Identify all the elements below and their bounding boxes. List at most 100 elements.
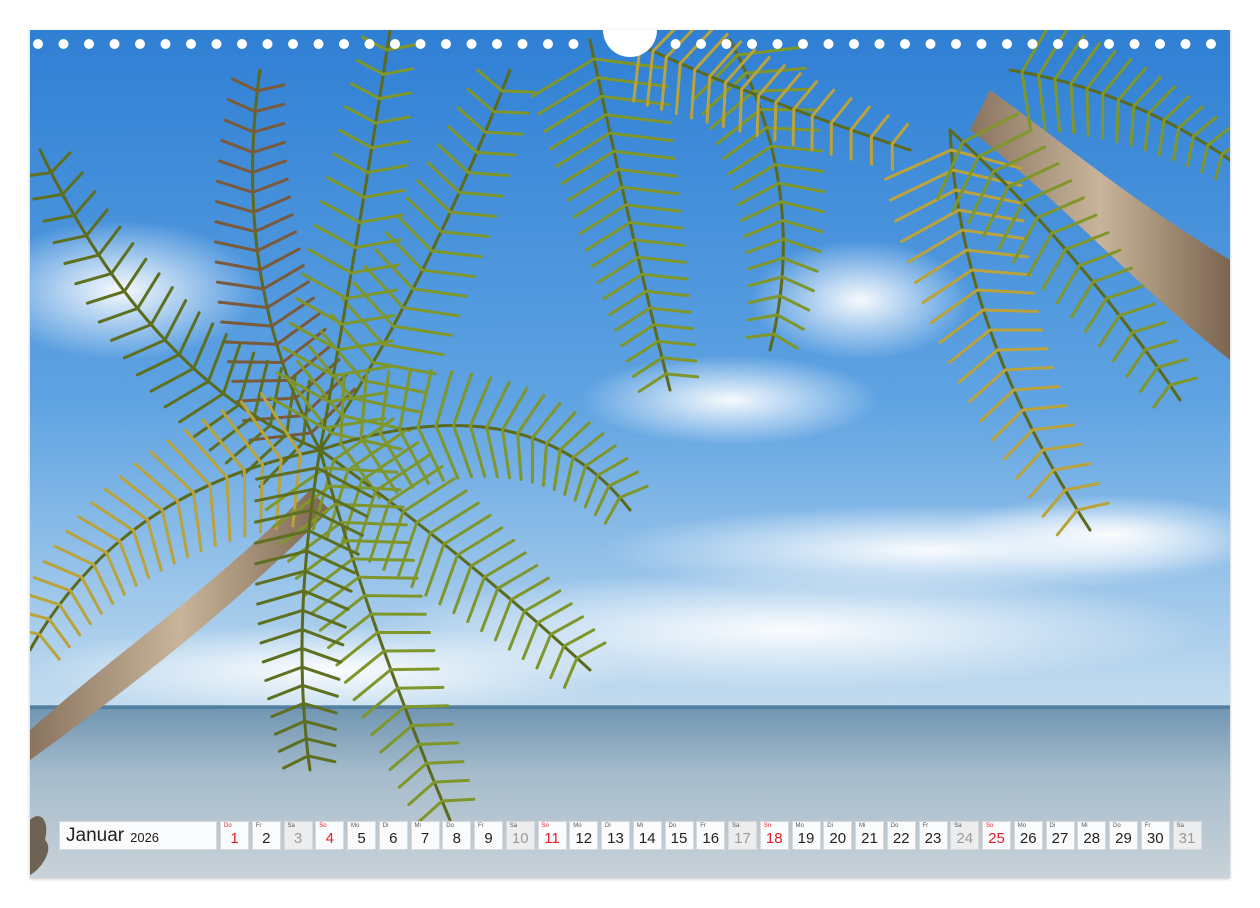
day-number: 14 [638,830,656,847]
day-number: 11 [544,830,560,847]
palm-leaflet [995,347,1049,352]
day-cell: Mi 28 [1077,821,1107,850]
palm-leaflet [738,87,744,133]
day-cell: Do 22 [886,821,916,850]
day-cell: Sa 31 [1172,821,1202,850]
weekday-label: Mi [414,823,421,829]
day-cell: Do 29 [1109,821,1138,850]
palm-leaflet [410,722,455,728]
weekday-label: Do [446,823,454,829]
palm-leaflet [791,107,796,147]
weekday-label: Mo [351,823,360,829]
day-number: 9 [484,830,493,847]
day-cell: Fr 23 [918,821,948,850]
day-cell: Di 6 [378,821,408,850]
day-cell: Mi 14 [632,821,662,850]
day-number: 2 [262,830,271,847]
weekday-label: So [763,823,772,829]
palm-leaflet [773,100,778,142]
palm-leaflet [403,704,450,709]
palm-leaflet [226,360,284,364]
day-cell: So 11 [537,821,567,850]
day-cell: Sa 24 [950,821,980,850]
day-cell: Di 27 [1045,821,1075,850]
day-cell: Fr 9 [474,821,503,850]
day-number: 19 [797,830,815,847]
day-number: 26 [1019,830,1037,847]
month-label: Januar 2026 [59,821,217,850]
palm-leaflet [417,741,460,746]
weekday-label: Mo [795,823,804,829]
weekday-label: Do [890,823,899,829]
day-number: 1 [230,830,239,847]
day-number: 6 [389,830,398,847]
weekday-label: So [986,823,994,829]
day-cell: Fr 16 [696,821,726,850]
palm-leaflet [242,469,247,538]
day-cell: Mo 12 [569,821,599,850]
month-year: 2026 [130,829,160,845]
day-number: 30 [1146,830,1164,847]
palm-leaflet [483,130,524,136]
day-cells: Do 1 Fr 2 Sa 3 So 4 Mo 5 Di 6 Mi 7 Do 8 Fr 9 Sa 10 So 11 Mo 12 D… [220,821,1204,850]
palm-leaflet [492,110,530,115]
day-cell: Mo 19 [791,821,821,850]
day-cell: Mo 26 [1013,821,1043,850]
day-cell: Do 15 [664,821,694,850]
weekday-label: Fr [1144,823,1151,829]
weekday-label: Mi [859,823,866,829]
day-number: 27 [1051,830,1069,847]
weekday-label: Do [1113,823,1121,829]
palm-leaflet [396,685,445,690]
day-cell: Fr 30 [1140,821,1170,850]
day-cell: So 25 [982,821,1011,850]
weekday-label: Mi [636,823,644,829]
calendar-page: Januar 2026 Do 1 Fr 2 Sa 3 So 4 Mo 5 Di 6 Mi 7 Do 8 Fr 9 S… [0,0,1260,908]
day-number: 10 [511,830,529,847]
day-number: 18 [765,830,783,847]
day-cell: Sa 10 [505,821,535,850]
palm-leaflet [345,539,412,545]
palm-leaflet [500,89,536,94]
day-number: 12 [575,830,593,847]
weekday-label: Do [224,823,232,829]
day-number: 4 [325,830,334,847]
palm-leaflet [432,778,470,784]
palm-leaflet [351,557,415,562]
day-number: 16 [702,830,720,847]
palm-leaflet [440,797,476,803]
day-cell: Sa 17 [728,821,757,850]
weekday-label: Di [827,823,833,829]
palm-leaflet [389,667,440,672]
day-number: 28 [1083,830,1101,847]
palm-leaflet [981,308,1039,313]
palm-leaflet [1115,98,1120,144]
weekday-label: So [541,823,549,829]
day-cell: Fr 2 [251,821,281,850]
palm-leaflet [357,575,419,580]
day-number: 21 [861,830,878,847]
month-name: Januar [66,824,125,846]
weekday-label: Sa [509,823,518,829]
day-number: 13 [607,830,624,847]
day-number: 15 [670,830,688,847]
day-cell: So 18 [759,821,789,850]
weekday-label: Sa [954,823,962,829]
day-number: 23 [924,830,942,847]
day-number: 7 [420,830,430,847]
palm-beach-photo [30,30,1230,878]
day-cell: Sa 3 [283,821,313,850]
weekday-label: Fr [700,823,706,829]
weekday-label: Fr [922,823,929,829]
weekday-label: So [319,823,327,829]
day-cell: Mo 5 [347,821,376,850]
weekday-label: Sa [1176,823,1184,829]
day-cell: Do 1 [220,821,249,850]
day-number: 31 [1178,830,1196,847]
day-cell: Mi 7 [410,821,440,850]
day-cell: Di 13 [601,821,630,850]
day-number: 25 [988,830,1005,847]
weekday-label: Di [1049,823,1056,829]
weekday-label: Do [668,823,677,829]
photo-illustration [30,30,1230,878]
